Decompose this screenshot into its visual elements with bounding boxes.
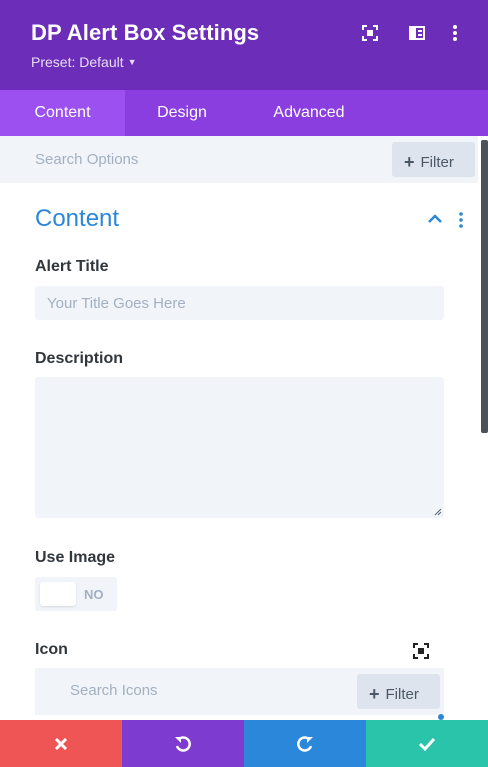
alert-title-input[interactable]: Your Title Goes Here [35, 286, 444, 320]
icon-filter-label: Filter [385, 686, 419, 703]
section-kebab-icon[interactable] [456, 211, 466, 229]
scrollbar-thumb[interactable] [481, 140, 488, 433]
toggle-state-text: NO [84, 587, 104, 602]
section-title[interactable]: Content [35, 205, 119, 233]
chevron-up-icon[interactable] [427, 212, 443, 224]
search-icons-input[interactable]: Search Icons [70, 682, 158, 699]
preset-label: Preset: Default [31, 54, 124, 70]
resize-handle-icon[interactable] [433, 507, 442, 516]
plus-icon: + [404, 152, 415, 172]
tab-bar: Content Design Advanced [0, 90, 488, 136]
caret-down-icon: ▼ [127, 57, 137, 67]
plus-icon: + [369, 684, 380, 704]
filter-button[interactable]: + Filter [392, 142, 475, 177]
modal-title: DP Alert Box Settings [31, 20, 260, 45]
sidebar-toggle-icon[interactable] [408, 24, 426, 42]
expand-icon[interactable] [412, 642, 430, 660]
alert-title-placeholder: Your Title Goes Here [47, 295, 186, 312]
undo-button[interactable] [122, 720, 244, 767]
close-icon [54, 737, 68, 750]
tab-design[interactable]: Design [136, 90, 228, 136]
use-image-label: Use Image [35, 549, 116, 566]
kebab-menu-icon[interactable] [446, 24, 464, 42]
icon-label: Icon [35, 641, 68, 658]
icon-search-bar: Search Icons + Filter [35, 668, 444, 715]
filter-label: Filter [420, 154, 454, 171]
redo-icon [297, 735, 313, 752]
tab-advanced[interactable]: Advanced [254, 90, 364, 136]
description-textarea[interactable] [35, 377, 444, 518]
preset-selector[interactable]: Preset: Default ▼ [31, 54, 137, 70]
use-image-toggle[interactable]: NO [35, 577, 117, 611]
save-button[interactable] [366, 720, 488, 767]
description-label: Description [35, 350, 124, 367]
options-search-bar: Search Options + Filter [0, 136, 478, 183]
search-options-input[interactable]: Search Options [35, 151, 138, 168]
bottom-action-bar [0, 720, 488, 767]
alert-title-label: Alert Title [35, 258, 109, 275]
modal-header: DP Alert Box Settings Preset: Default ▼ [0, 0, 488, 90]
check-icon [418, 737, 436, 751]
icon-filter-button[interactable]: + Filter [357, 674, 440, 709]
cancel-button[interactable] [0, 720, 122, 767]
expand-icon[interactable] [361, 24, 379, 42]
toggle-knob [40, 582, 76, 606]
tab-content[interactable]: Content [0, 90, 125, 136]
undo-icon [175, 735, 191, 752]
redo-button[interactable] [244, 720, 366, 767]
